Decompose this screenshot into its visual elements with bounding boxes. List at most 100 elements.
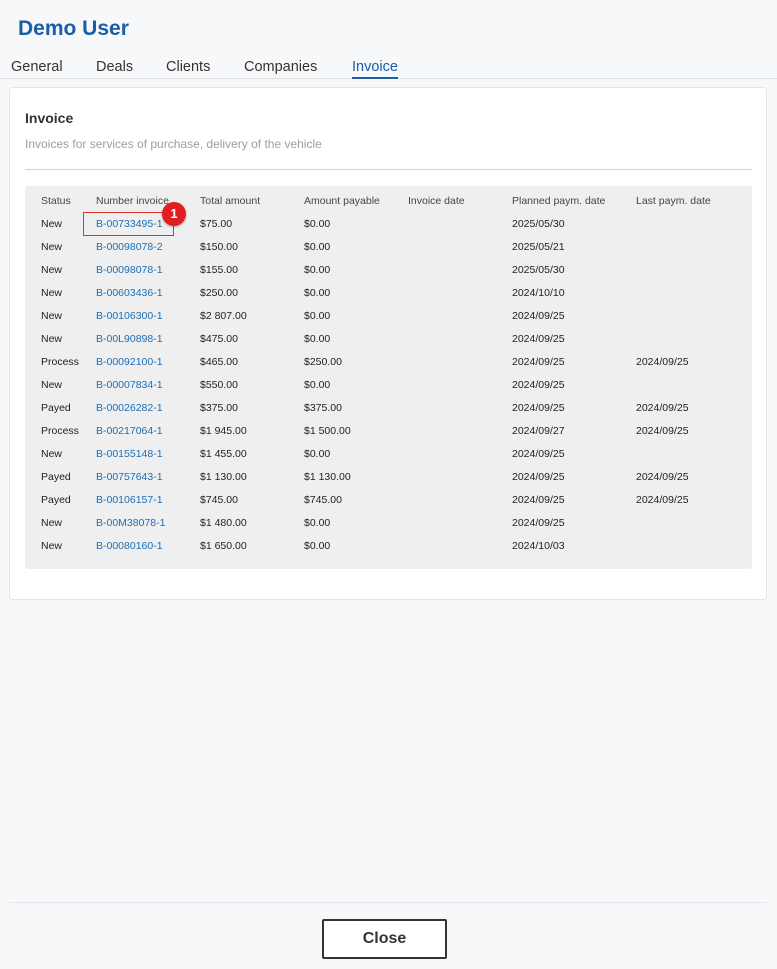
cell-amount-payable: $745.00 — [304, 494, 342, 506]
column-header-status: Status — [41, 195, 71, 207]
cell-last-payment-date: 2024/09/25 — [636, 494, 689, 506]
table-row: New B-00603436-1 $250.00 $0.00 2024/10/10 — [25, 286, 752, 309]
cell-planned-payment-date: 2024/09/25 — [512, 448, 565, 460]
cell-total-amount: $75.00 — [200, 218, 233, 230]
cell-amount-payable: $0.00 — [304, 264, 331, 276]
table-row: New B-00098078-2 $150.00 $0.00 2025/05/21 — [25, 240, 752, 263]
annotation-marker: 1 — [162, 202, 186, 226]
cell-total-amount: $250.00 — [200, 287, 238, 299]
cell-total-amount: $1 130.00 — [200, 471, 247, 483]
cell-amount-payable: $0.00 — [304, 379, 331, 391]
table-row: Payed B-00106157-1 $745.00 $745.00 2024/09/2… — [25, 493, 752, 516]
table-row: New B-00M38078-1 $1 480.00 $0.00 2024/09/25 — [25, 516, 752, 539]
invoice-number-link[interactable]: B-00080160-1 — [96, 539, 163, 553]
tab-bar: General Deals Clients Companies Invoice — [0, 58, 777, 79]
invoice-number-link[interactable]: B-00092100-1 — [96, 355, 163, 369]
tab-clients[interactable]: Clients — [166, 58, 210, 77]
section-divider — [25, 169, 752, 170]
invoice-number-link[interactable]: B-00007834-1 — [96, 378, 163, 392]
invoice-number-link[interactable]: B-00757643-1 — [96, 470, 163, 484]
cell-last-payment-date: 2024/09/25 — [636, 402, 689, 414]
page-root: Demo User General Deals Clients Companie… — [0, 0, 777, 969]
cell-planned-payment-date: 2024/09/25 — [512, 310, 565, 322]
invoice-number-link[interactable]: B-00106300-1 — [96, 309, 163, 323]
invoice-number-link[interactable]: B-00M38078-1 — [96, 516, 165, 530]
cell-amount-payable: $250.00 — [304, 356, 342, 368]
cell-amount-payable: $0.00 — [304, 517, 331, 529]
cell-status: Process — [41, 425, 79, 437]
cell-total-amount: $150.00 — [200, 241, 238, 253]
cell-amount-payable: $0.00 — [304, 540, 331, 552]
column-header-invoice-date: Invoice date — [408, 195, 465, 207]
invoice-number-link[interactable]: B-00098078-2 — [96, 240, 163, 254]
cell-status: Payed — [41, 402, 71, 414]
invoice-table: Status Number invoice Total amount Amoun… — [25, 186, 752, 569]
cell-last-payment-date: 2024/09/25 — [636, 471, 689, 483]
table-row: Payed B-00026282-1 $375.00 $375.00 2024/09/2… — [25, 401, 752, 424]
cell-last-payment-date: 2024/09/25 — [636, 356, 689, 368]
tab-companies[interactable]: Companies — [244, 58, 317, 77]
section-subtitle: Invoices for services of purchase, deliv… — [25, 137, 322, 151]
cell-amount-payable: $0.00 — [304, 310, 331, 322]
cell-planned-payment-date: 2024/09/25 — [512, 333, 565, 345]
cell-total-amount: $155.00 — [200, 264, 238, 276]
invoice-card: Invoice Invoices for services of purchas… — [9, 87, 767, 600]
cell-status: New — [41, 333, 63, 345]
column-header-last-payment-date: Last paym. date — [636, 195, 711, 207]
cell-total-amount: $1 945.00 — [200, 425, 247, 437]
cell-total-amount: $475.00 — [200, 333, 238, 345]
table-row: New B-00007834-1 $550.00 $0.00 2024/09/25 — [25, 378, 752, 401]
cell-status: New — [41, 241, 63, 253]
cell-status: New — [41, 264, 63, 276]
invoice-number-link[interactable]: B-00098078-1 — [96, 263, 163, 277]
invoice-number-link[interactable]: B-00217064-1 — [96, 424, 163, 438]
column-header-total-amount: Total amount — [200, 195, 261, 207]
tab-general[interactable]: General — [11, 58, 63, 77]
table-row: New B-00080160-1 $1 650.00 $0.00 2024/10/03 — [25, 539, 752, 562]
cell-planned-payment-date: 2024/09/25 — [512, 356, 565, 368]
invoice-number-link[interactable]: B-00603436-1 — [96, 286, 163, 300]
cell-last-payment-date: 2024/09/25 — [636, 425, 689, 437]
invoice-number-link[interactable]: B-00155148-1 — [96, 447, 163, 461]
cell-status: New — [41, 540, 63, 552]
cell-status: New — [41, 517, 63, 529]
table-row: New B-00L90898-1 $475.00 $0.00 2024/09/25 — [25, 332, 752, 355]
invoice-number-link[interactable]: B-00L90898-1 — [96, 332, 163, 346]
cell-planned-payment-date: 2025/05/30 — [512, 218, 565, 230]
cell-amount-payable: $375.00 — [304, 402, 342, 414]
cell-status: Payed — [41, 471, 71, 483]
cell-total-amount: $375.00 — [200, 402, 238, 414]
table-row: Payed B-00757643-1 $1 130.00 $1 130.00 2024/… — [25, 470, 752, 493]
cell-amount-payable: $0.00 — [304, 333, 331, 345]
cell-amount-payable: $0.00 — [304, 218, 331, 230]
cell-total-amount: $1 480.00 — [200, 517, 247, 529]
cell-planned-payment-date: 2024/09/25 — [512, 517, 565, 529]
column-header-number-invoice: Number invoice — [96, 195, 169, 207]
cell-planned-payment-date: 2024/09/27 — [512, 425, 565, 437]
cell-total-amount: $465.00 — [200, 356, 238, 368]
cell-status: New — [41, 218, 63, 230]
table-row: New B-00155148-1 $1 455.00 $0.00 2024/09/25 — [25, 447, 752, 470]
column-header-amount-payable: Amount payable — [304, 195, 380, 207]
cell-planned-payment-date: 2024/09/25 — [512, 471, 565, 483]
close-button[interactable]: Close — [322, 919, 447, 959]
cell-status: New — [41, 310, 63, 322]
invoice-number-link[interactable]: B-00733495-1 — [96, 217, 163, 231]
cell-status: New — [41, 379, 63, 391]
cell-total-amount: $2 807.00 — [200, 310, 247, 322]
cell-planned-payment-date: 2024/09/25 — [512, 402, 565, 414]
invoice-number-link[interactable]: B-00026282-1 — [96, 401, 163, 415]
cell-amount-payable: $1 500.00 — [304, 425, 351, 437]
section-title: Invoice — [25, 110, 74, 126]
table-row: Process B-00217064-1 $1 945.00 $1 500.00 202… — [25, 424, 752, 447]
invoice-number-link[interactable]: B-00106157-1 — [96, 493, 163, 507]
table-row: New B-00733495-1 $75.00 $0.00 2025/05/30 — [25, 217, 752, 240]
cell-amount-payable: $0.00 — [304, 287, 331, 299]
cell-planned-payment-date: 2025/05/21 — [512, 241, 565, 253]
tab-invoice[interactable]: Invoice — [352, 58, 398, 79]
column-header-planned-payment-date: Planned paym. date — [512, 195, 606, 207]
table-row: New B-00106300-1 $2 807.00 $0.00 2024/09/25 — [25, 309, 752, 332]
tab-deals[interactable]: Deals — [96, 58, 133, 77]
cell-planned-payment-date: 2024/09/25 — [512, 494, 565, 506]
cell-planned-payment-date: 2024/10/10 — [512, 287, 565, 299]
